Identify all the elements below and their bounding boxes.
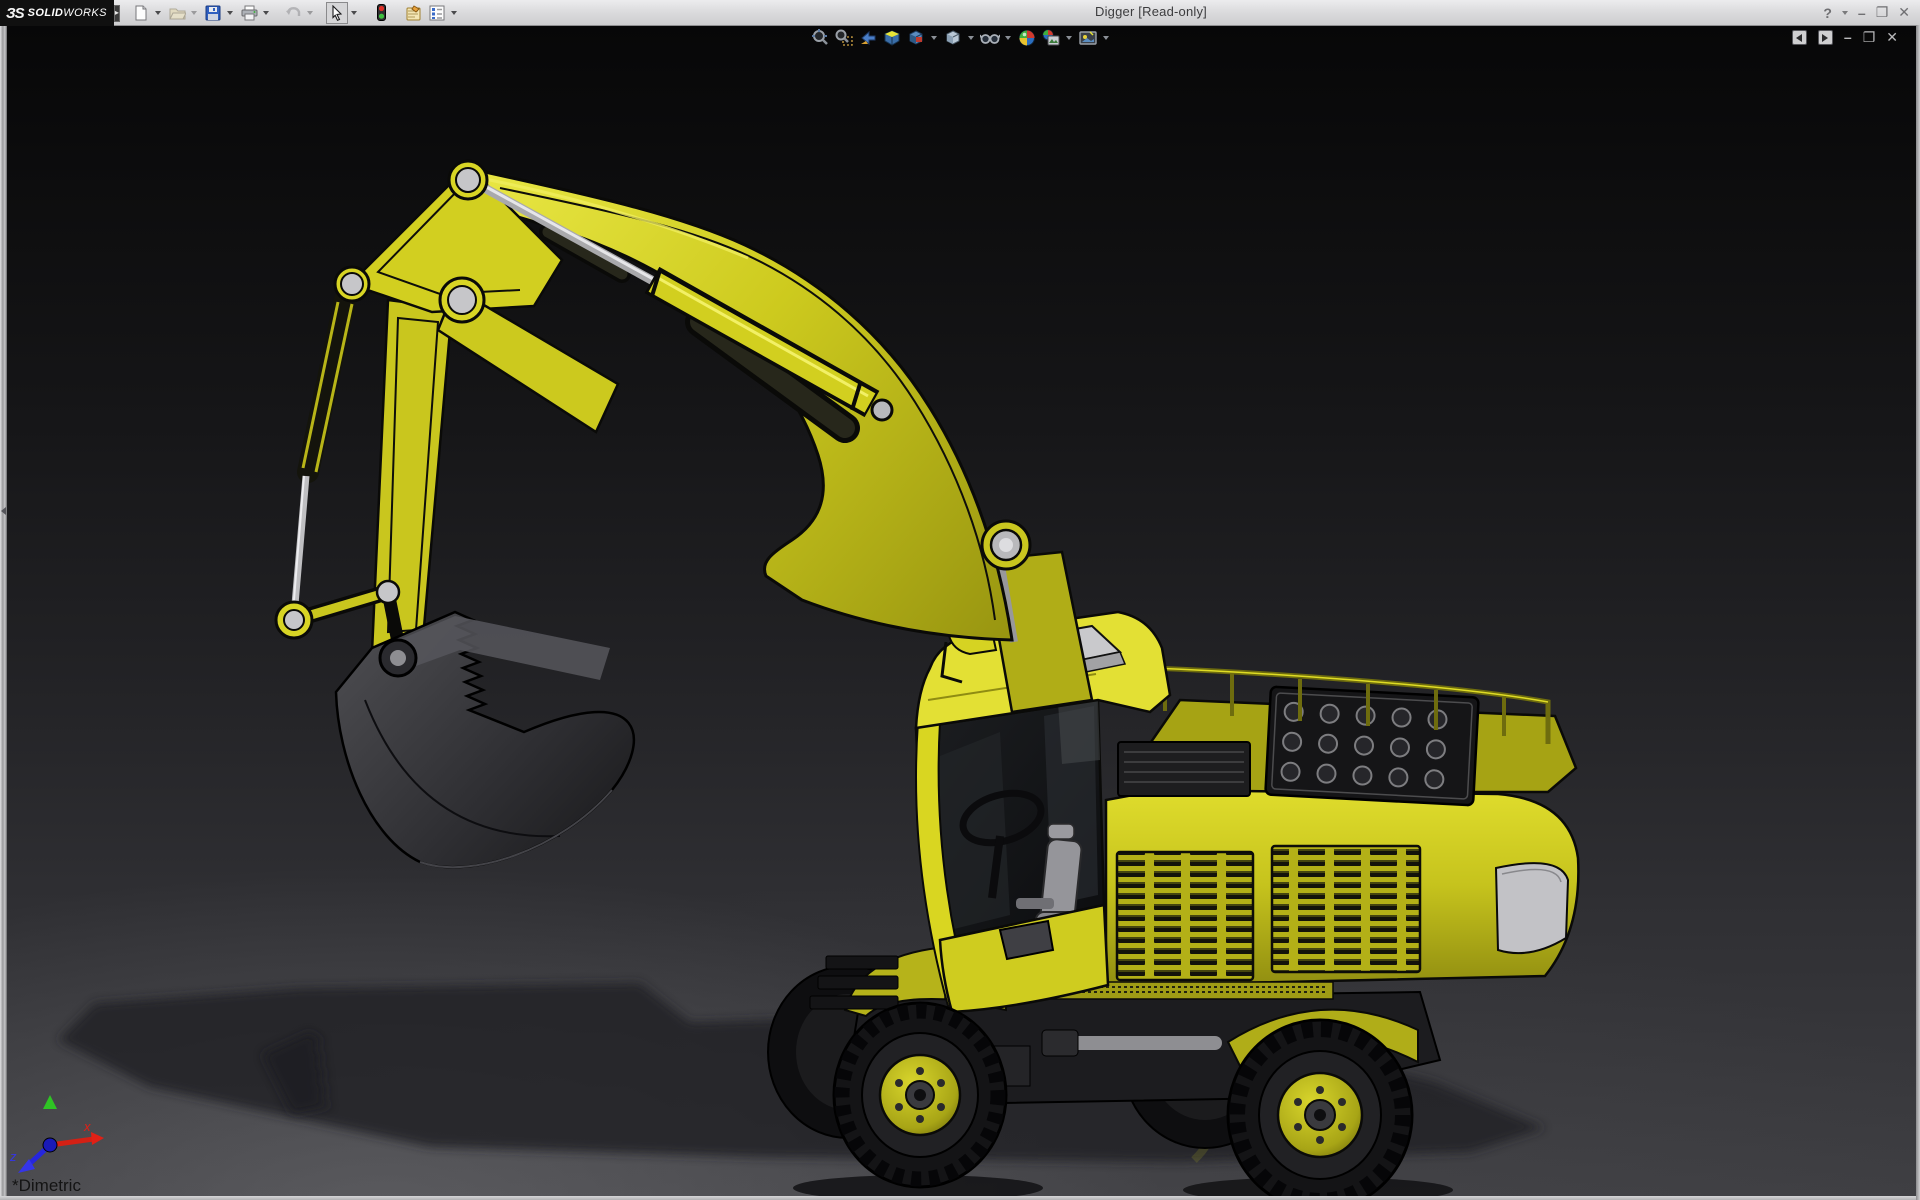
window-frame-right bbox=[1916, 25, 1920, 1200]
minimize-button[interactable]: – bbox=[1858, 5, 1866, 21]
view-orientation-label: *Dimetric bbox=[12, 1176, 81, 1196]
y-axis-arrow bbox=[43, 1095, 57, 1109]
view-orientation-dropdown[interactable] bbox=[931, 36, 937, 40]
options-list-dropdown[interactable] bbox=[451, 11, 457, 15]
undo-button[interactable] bbox=[282, 2, 304, 24]
zoom-to-fit-button[interactable] bbox=[809, 28, 830, 48]
hide-show-items-button[interactable] bbox=[979, 28, 1000, 48]
standard-toolbar bbox=[130, 1, 460, 24]
restore-button[interactable]: ❐ bbox=[1876, 4, 1889, 21]
solidworks-logo-mark: ЗS bbox=[6, 5, 24, 22]
x-axis-arrow bbox=[91, 1132, 104, 1145]
digger-3d-model[interactable] bbox=[0, 25, 1920, 1196]
doc-close-button[interactable]: ✕ bbox=[1886, 31, 1898, 44]
doc-minimize-button[interactable]: – bbox=[1844, 31, 1852, 44]
help-button[interactable]: ? bbox=[1823, 5, 1832, 21]
splitter-collapse-arrow bbox=[1, 507, 6, 515]
doc-restore-button[interactable]: ❐ bbox=[1863, 31, 1876, 44]
view-settings-button[interactable] bbox=[1077, 28, 1098, 48]
apply-scene-button[interactable] bbox=[1040, 28, 1061, 48]
right-pane-toggle-icon[interactable] bbox=[1818, 30, 1833, 45]
print-button[interactable] bbox=[238, 2, 260, 24]
save-button[interactable] bbox=[202, 2, 224, 24]
display-style-button[interactable] bbox=[942, 28, 963, 48]
z-axis-label: z bbox=[9, 1149, 17, 1164]
document-window-controls: – ❐ ✕ bbox=[1792, 30, 1898, 45]
edit-appearance-button[interactable] bbox=[1016, 28, 1037, 48]
solidworks-logo-text: SOLIDWORKS bbox=[28, 7, 107, 19]
select-tool-button[interactable] bbox=[326, 2, 348, 24]
left-pane-toggle-icon[interactable] bbox=[1792, 30, 1807, 45]
save-dropdown[interactable] bbox=[227, 11, 233, 15]
graphics-viewport[interactable]: – ❐ ✕ x z *Dimetric bbox=[0, 25, 1920, 1196]
new-document-button[interactable] bbox=[130, 2, 152, 24]
view-settings-dropdown[interactable] bbox=[1103, 36, 1109, 40]
document-title: Digger [Read-only] bbox=[1095, 4, 1207, 19]
menu-flyout-button[interactable]: ▸ bbox=[114, 5, 120, 22]
select-tool-dropdown[interactable] bbox=[351, 11, 357, 15]
dipper-cylinder bbox=[293, 300, 352, 616]
previous-view-button[interactable] bbox=[857, 28, 878, 48]
undo-dropdown[interactable] bbox=[307, 11, 313, 15]
open-document-button[interactable] bbox=[166, 2, 188, 24]
options-list-button[interactable] bbox=[426, 2, 448, 24]
title-bar: ЗS SOLIDWORKS ▸ bbox=[0, 0, 1920, 26]
stoplight-button[interactable] bbox=[370, 2, 392, 24]
x-axis-label: x bbox=[83, 1119, 91, 1134]
help-dropdown[interactable] bbox=[1842, 11, 1848, 15]
heads-up-view-toolbar bbox=[0, 28, 1920, 48]
open-document-dropdown[interactable] bbox=[191, 11, 197, 15]
feature-manager-splitter[interactable] bbox=[0, 25, 7, 1200]
bucket bbox=[336, 612, 634, 867]
hide-show-items-dropdown[interactable] bbox=[1005, 36, 1011, 40]
new-document-dropdown[interactable] bbox=[155, 11, 161, 15]
solidworks-logo: ЗS SOLIDWORKS ▸ bbox=[0, 0, 114, 26]
display-style-dropdown[interactable] bbox=[968, 36, 974, 40]
close-button[interactable]: ✕ bbox=[1898, 4, 1910, 21]
front-wheel bbox=[834, 1003, 1006, 1187]
print-dropdown[interactable] bbox=[263, 11, 269, 15]
apply-scene-dropdown[interactable] bbox=[1066, 36, 1072, 40]
window-frame-bottom bbox=[0, 1196, 1920, 1200]
note-button[interactable] bbox=[402, 2, 424, 24]
triad-origin bbox=[43, 1138, 57, 1152]
view-orientation-button[interactable] bbox=[905, 28, 926, 48]
zoom-to-area-button[interactable] bbox=[833, 28, 854, 48]
section-view-button[interactable] bbox=[881, 28, 902, 48]
app-window-controls: ? – ❐ ✕ bbox=[1823, 0, 1910, 25]
rear-wheel bbox=[1228, 1020, 1412, 1196]
